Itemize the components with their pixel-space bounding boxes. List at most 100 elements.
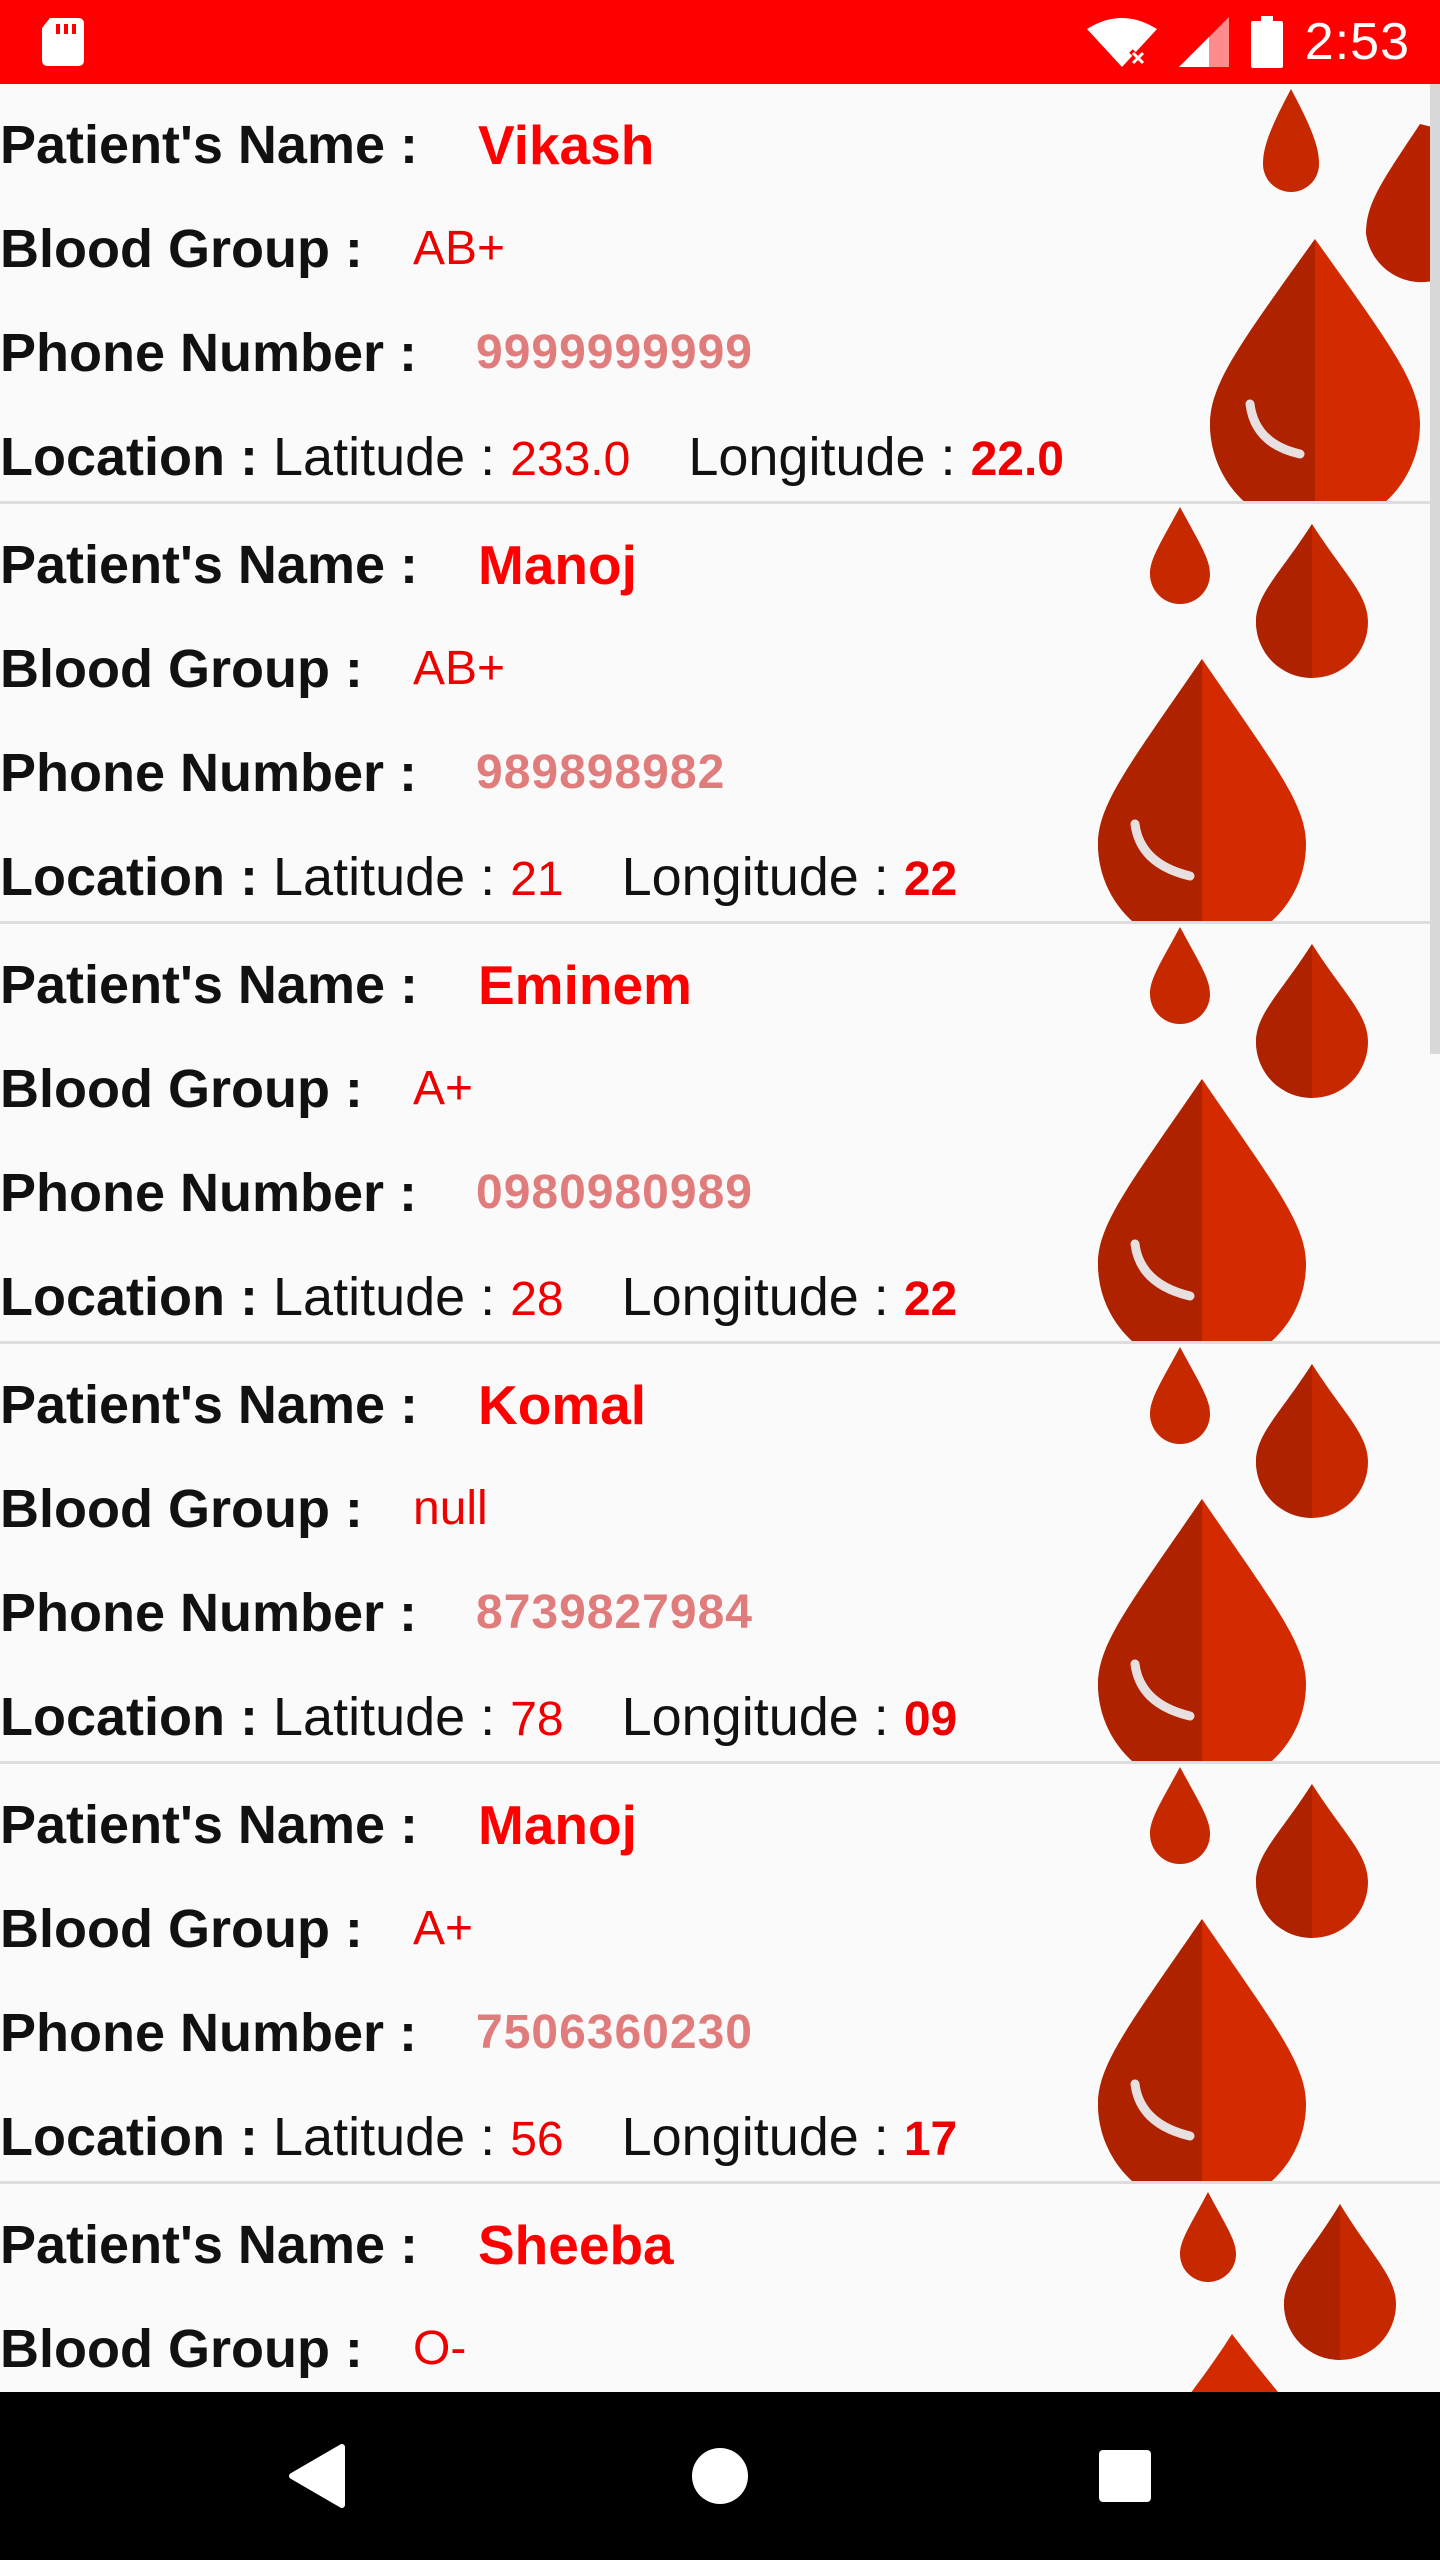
blood-label: Blood Group :: [0, 2319, 363, 2379]
location-row: Location : Latitude : 233.0 Longitude : …: [0, 422, 1064, 492]
phone-value[interactable]: 9999999999: [476, 318, 753, 388]
blood-group-value: AB+: [413, 222, 506, 275]
phone-row: Phone Number : 0980980989: [0, 1158, 752, 1228]
phone-row: Phone Number : 9999999999: [0, 318, 752, 388]
blood-group-value: AB+: [413, 642, 506, 695]
longitude-label: Longitude :: [688, 427, 956, 487]
longitude-label: Longitude :: [621, 1687, 889, 1747]
blood-row: Blood Group : O-: [0, 2314, 466, 2384]
patient-name: Manoj: [478, 534, 637, 596]
back-icon: [289, 2444, 345, 2508]
name-row: Patient's Name : Manoj: [0, 1790, 637, 1860]
name-row: Patient's Name : Manoj: [0, 530, 637, 600]
phone-label: Phone Number :: [0, 1583, 418, 1643]
latitude-value: 56: [510, 2113, 564, 2166]
recents-icon: [1099, 2450, 1151, 2502]
name-label: Patient's Name :: [0, 1795, 418, 1855]
recents-button[interactable]: [1055, 2392, 1195, 2560]
patient-name: Manoj: [478, 1794, 637, 1856]
phone-value[interactable]: 8739827984: [476, 1578, 753, 1648]
longitude-value: 09: [903, 1693, 958, 1746]
name-row: Patient's Name : Vikash: [0, 110, 654, 180]
latitude-value: 78: [510, 1693, 564, 1746]
latitude-label: Latitude :: [273, 1267, 496, 1327]
blood-label: Blood Group :: [0, 1899, 363, 1959]
location-row: Location : Latitude : 78 Longitude : 09: [0, 1682, 957, 1752]
longitude-value: 22: [903, 853, 958, 906]
name-row: Patient's Name : Sheeba: [0, 2210, 674, 2280]
blood-group-value: A+: [413, 1902, 474, 1955]
phone-label: Phone Number :: [0, 743, 418, 803]
status-icons: 2:53: [1086, 0, 1410, 84]
blood-row: Blood Group : AB+: [0, 634, 505, 704]
latitude-label: Latitude :: [273, 427, 496, 487]
patient-name: Vikash: [478, 114, 655, 176]
patient-name: Eminem: [478, 954, 692, 1016]
clock: 2:53: [1304, 13, 1410, 71]
latitude-value: 21: [510, 853, 564, 906]
status-bar: 2:53: [0, 0, 1440, 84]
phone-label: Phone Number :: [0, 2003, 418, 2063]
phone-label: Phone Number :: [0, 323, 418, 383]
location-row: Location : Latitude : 56 Longitude : 17: [0, 2102, 957, 2172]
phone-value[interactable]: 0980980989: [476, 1158, 753, 1228]
blood-row: Blood Group : null: [0, 1474, 488, 1544]
patient-name: Komal: [478, 1374, 647, 1436]
blood-row: Blood Group : A+: [0, 1054, 473, 1124]
longitude-value: 17: [903, 2113, 958, 2166]
name-label: Patient's Name :: [0, 2215, 418, 2275]
location-label: Location :: [0, 2107, 258, 2167]
phone-value[interactable]: 989898982: [476, 738, 725, 808]
name-label: Patient's Name :: [0, 535, 418, 595]
longitude-value: 22.0: [970, 433, 1064, 486]
location-row: Location : Latitude : 28 Longitude : 22: [0, 1262, 957, 1332]
name-label: Patient's Name :: [0, 1375, 418, 1435]
signal-icon: [1178, 17, 1229, 67]
location-label: Location :: [0, 847, 258, 907]
patient-card[interactable]: Patient's Name : Manoj Blood Group : A+ …: [0, 1764, 1440, 2184]
name-row: Patient's Name : Komal: [0, 1370, 646, 1440]
wifi-off-icon: [1086, 18, 1157, 67]
phone-row: Phone Number : 8739827984: [0, 1578, 752, 1648]
patient-card[interactable]: Patient's Name : Manoj Blood Group : AB+…: [0, 504, 1440, 924]
phone-label: Phone Number :: [0, 1163, 418, 1223]
location-row: Location : Latitude : 21 Longitude : 22: [0, 842, 957, 912]
latitude-value: 233.0: [510, 433, 631, 486]
location-label: Location :: [0, 1687, 258, 1747]
phone-row: Phone Number : 989898982: [0, 738, 724, 808]
sd-card-icon: [42, 18, 84, 66]
name-label: Patient's Name :: [0, 955, 418, 1015]
location-label: Location :: [0, 427, 258, 487]
home-button[interactable]: [650, 2392, 790, 2560]
back-button[interactable]: [246, 2392, 386, 2560]
name-row: Patient's Name : Eminem: [0, 950, 692, 1020]
battery-icon: [1250, 16, 1283, 68]
blood-label: Blood Group :: [0, 1059, 363, 1119]
longitude-value: 22: [903, 1273, 958, 1326]
location-label: Location :: [0, 1267, 258, 1327]
latitude-value: 28: [510, 1273, 564, 1326]
latitude-label: Latitude :: [273, 2107, 496, 2167]
phone-row: Phone Number : 7506360230: [0, 1998, 752, 2068]
blood-label: Blood Group :: [0, 639, 363, 699]
navigation-bar: [0, 2392, 1440, 2560]
longitude-label: Longitude :: [621, 1267, 889, 1327]
patient-card[interactable]: Patient's Name : Komal Blood Group : nul…: [0, 1344, 1440, 1764]
blood-label: Blood Group :: [0, 1479, 363, 1539]
blood-row: Blood Group : AB+: [0, 214, 505, 284]
patient-name: Sheeba: [478, 2214, 674, 2276]
blood-group-value: null: [413, 1482, 488, 1535]
blood-group-value: A+: [413, 1062, 474, 1115]
longitude-label: Longitude :: [621, 847, 889, 907]
patient-list[interactable]: Patient's Name : Vikash Blood Group : AB…: [0, 84, 1440, 2392]
phone-value[interactable]: 7506360230: [476, 1998, 753, 2068]
scrollbar[interactable]: [1430, 84, 1440, 1054]
name-label: Patient's Name :: [0, 115, 418, 175]
patient-card[interactable]: Patient's Name : Sheeba Blood Group : O-: [0, 2184, 1440, 2392]
blood-row: Blood Group : A+: [0, 1894, 473, 1964]
blood-group-value: O-: [413, 2322, 467, 2375]
blood-label: Blood Group :: [0, 219, 363, 279]
longitude-label: Longitude :: [621, 2107, 889, 2167]
patient-card[interactable]: Patient's Name : Vikash Blood Group : AB…: [0, 84, 1440, 504]
patient-card[interactable]: Patient's Name : Eminem Blood Group : A+…: [0, 924, 1440, 1344]
